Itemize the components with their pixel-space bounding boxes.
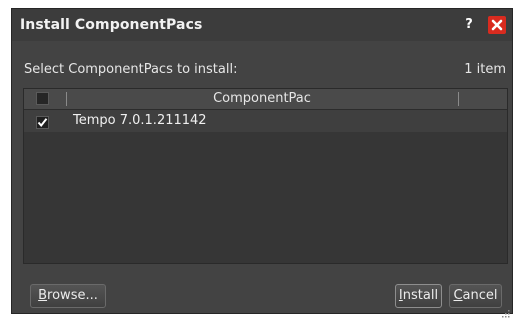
table-row[interactable]: Tempo 7.0.1.211142 (24, 110, 507, 133)
checkbox-icon[interactable] (36, 114, 49, 129)
browse-button[interactable]: Browse... (30, 284, 106, 308)
install-componentpacs-dialog: Install ComponentPacs ? Select Component… (11, 8, 513, 318)
cancel-mnemonic: C (453, 288, 463, 303)
browse-label: rowse... (47, 288, 98, 303)
close-icon[interactable] (488, 16, 506, 34)
cancel-button[interactable]: Cancel (449, 284, 502, 308)
browse-mnemonic: B (38, 288, 48, 303)
resize-grip-icon[interactable] (502, 303, 510, 318)
instruction-label: Select ComponentPacs to install: (24, 62, 238, 77)
install-label: nstall (402, 288, 439, 303)
list-header: ComponentPac (24, 89, 507, 110)
componentpac-name: Tempo 7.0.1.211142 (73, 113, 207, 128)
title-bar: Install ComponentPacs ? (12, 9, 512, 41)
column-separator[interactable] (66, 92, 67, 106)
cancel-label: ancel (462, 288, 498, 303)
componentpac-list[interactable]: ComponentPac Tempo 7.0.1.211142 (23, 88, 508, 264)
componentpac-column-header[interactable]: ComponentPac (70, 89, 454, 109)
select-all-checkbox[interactable] (36, 92, 49, 105)
dialog-title: Install ComponentPacs (20, 17, 203, 33)
column-separator[interactable] (458, 92, 459, 106)
install-button[interactable]: Install (395, 284, 442, 308)
item-count: 1 item (464, 62, 506, 77)
help-icon[interactable]: ? (459, 15, 479, 35)
